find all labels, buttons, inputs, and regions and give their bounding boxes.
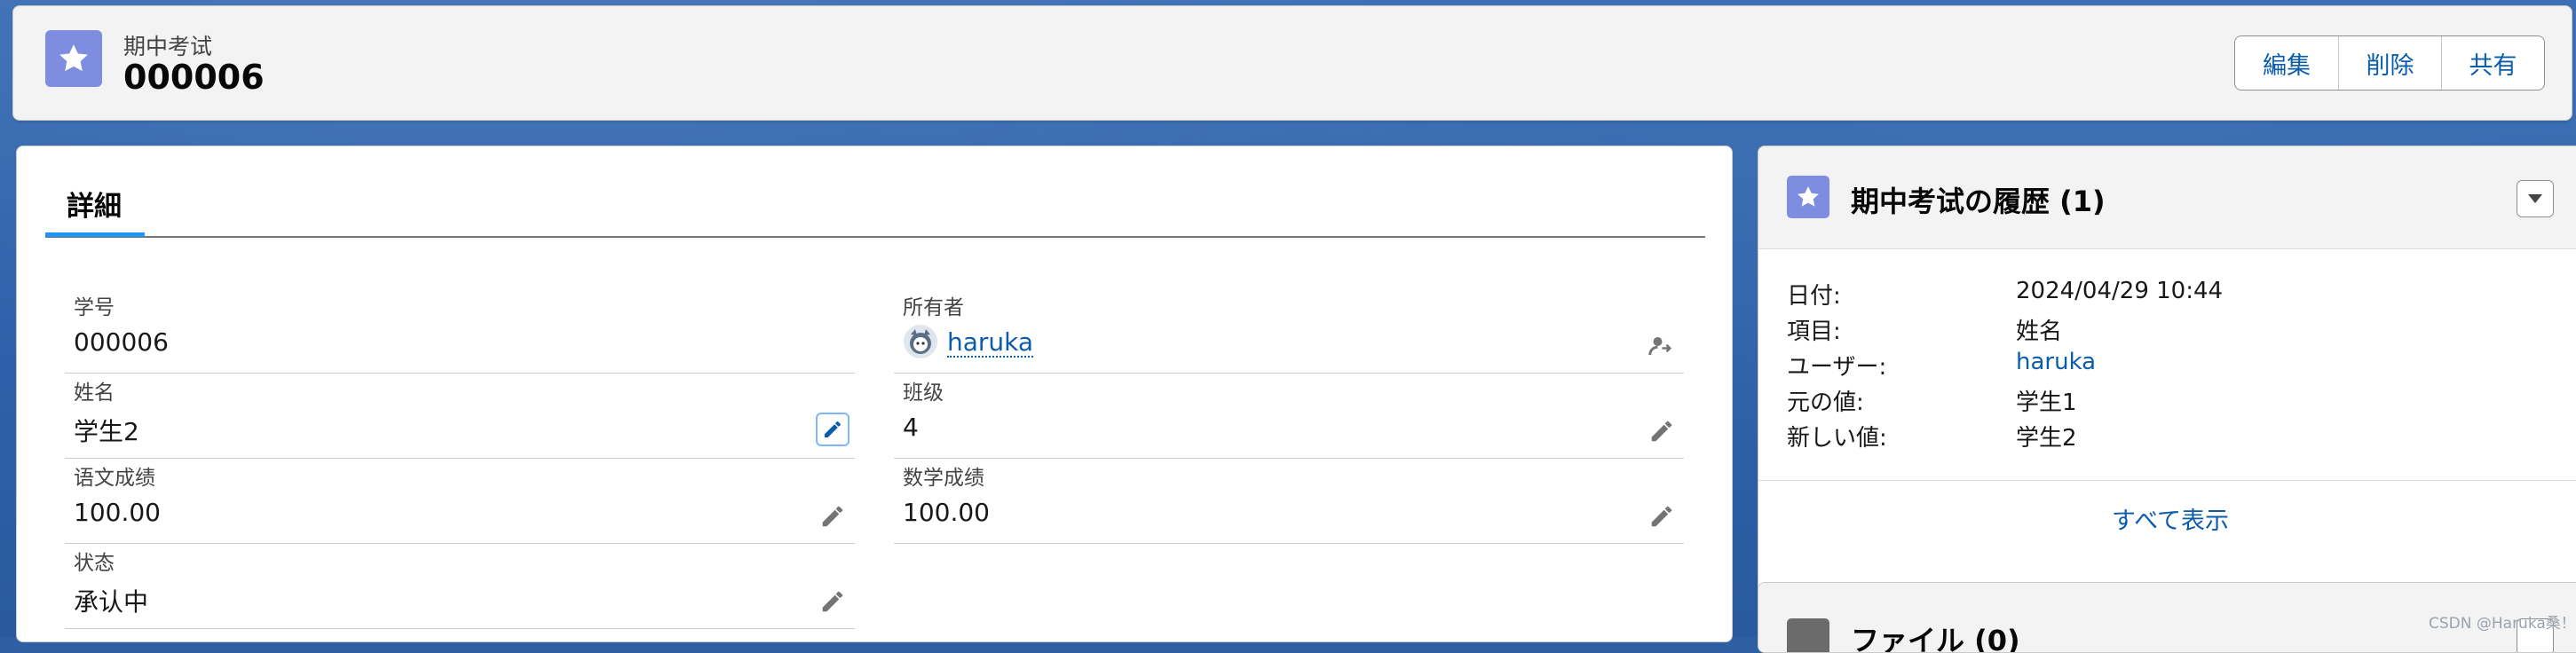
field-value: 4 (903, 413, 919, 442)
field-math-score: 数学成绩 100.00 (894, 459, 1684, 544)
tab-bar-divider (45, 236, 1705, 238)
pencil-icon[interactable] (819, 503, 846, 530)
field-status: 状态 承认中 (65, 544, 855, 629)
delete-button[interactable]: 削除 (2338, 36, 2441, 90)
object-type-label: 期中考试 (123, 34, 213, 59)
record-header: 期中考试 000006 編集 削除 共有 (12, 5, 2572, 121)
pencil-icon[interactable] (816, 413, 849, 446)
field-owner: 所有者 haruka (894, 288, 1684, 374)
field-value: 100.00 (903, 498, 990, 527)
tab-details[interactable]: 詳細 (67, 184, 122, 224)
header-button-group: 編集 削除 共有 (2234, 35, 2545, 90)
field-label: 学号 (74, 296, 115, 319)
pencil-icon[interactable] (1648, 503, 1675, 530)
view-all-link[interactable]: すべて表示 (1758, 501, 2576, 536)
history-card-header: 期中考试の履歴 (1) (1758, 146, 2576, 249)
file-icon (1787, 618, 1829, 652)
field-name: 姓名 学生2 (65, 374, 855, 459)
files-card-title[interactable]: ファイル (0) (1851, 618, 2020, 652)
history-key: 新しい値: (1787, 425, 1887, 452)
field-label: 数学成绩 (903, 467, 984, 490)
field-label: 状态 (74, 552, 115, 575)
edit-button[interactable]: 編集 (2235, 36, 2338, 90)
history-value: 姓名 (2016, 319, 2063, 345)
history-footer-divider (1758, 480, 2576, 481)
history-key: 日付: (1787, 283, 1841, 310)
pencil-icon[interactable] (819, 588, 846, 615)
field-student-no: 学号 000006 (65, 288, 855, 374)
field-value: 100.00 (74, 498, 161, 527)
history-value: 学生1 (2016, 389, 2077, 416)
history-value: 学生2 (2016, 425, 2077, 452)
tab-active-indicator (45, 232, 145, 237)
watermark: CSDN @Haruka桑！ (2429, 615, 2576, 633)
avatar-icon (903, 324, 938, 359)
share-button[interactable]: 共有 (2441, 36, 2544, 90)
field-class: 班级 4 (894, 374, 1684, 459)
field-value: 学生2 (74, 417, 139, 446)
owner-link[interactable]: haruka (947, 329, 1034, 358)
field-label: 所有者 (903, 296, 964, 319)
star-icon (1787, 176, 1829, 218)
history-key: 元の値: (1787, 389, 1864, 416)
history-key: ユーザー: (1787, 354, 1887, 381)
field-value: 承认中 (74, 587, 149, 617)
record-title: 000006 (123, 58, 265, 97)
history-value: 2024/04/29 10:44 (2016, 278, 2224, 304)
detail-card: 詳細 学号 000006 所有者 haruka 姓名 学生2 班级 4 语文成绩… (16, 146, 1733, 642)
history-key: 項目: (1787, 319, 1841, 345)
history-user-link[interactable]: haruka (2016, 349, 2096, 375)
change-owner-icon[interactable] (1647, 333, 1673, 359)
star-icon (45, 30, 102, 87)
field-value: 000006 (74, 327, 169, 357)
field-chinese-score: 语文成绩 100.00 (65, 459, 855, 544)
field-label: 语文成绩 (74, 467, 155, 490)
chevron-down-icon[interactable] (2517, 180, 2554, 217)
pencil-icon[interactable] (1648, 418, 1675, 445)
history-card-title[interactable]: 期中考试の履歴 (1) (1851, 179, 2106, 220)
field-label: 姓名 (74, 382, 115, 405)
history-card: 期中考试の履歴 (1) 日付: 2024/04/29 10:44 項目: 姓名 … (1758, 146, 2576, 605)
field-label: 班级 (903, 382, 944, 405)
